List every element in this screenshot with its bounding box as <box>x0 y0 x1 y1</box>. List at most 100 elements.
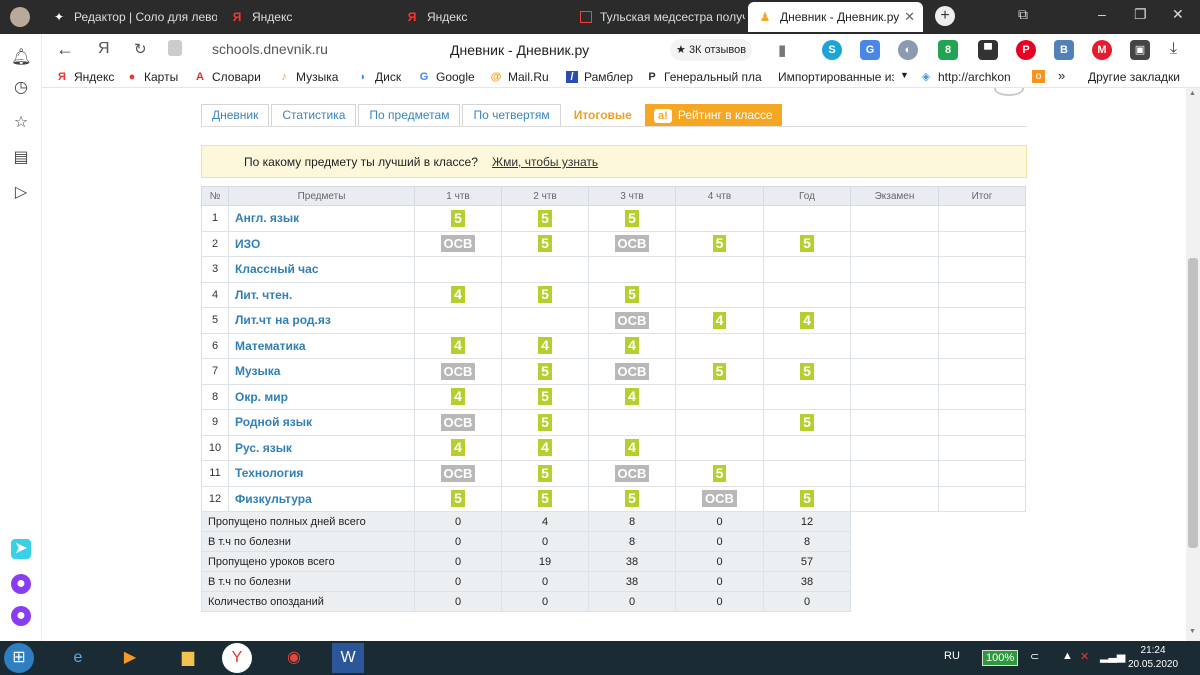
network-error-icon[interactable]: ✕ <box>1080 650 1089 663</box>
bookmark-imported[interactable]: Импортированные из <box>778 70 894 84</box>
folder-icon[interactable]: ▆ <box>170 643 206 673</box>
grade-mark[interactable]: 5 <box>538 235 552 253</box>
compass-icon[interactable]: ◐ <box>898 40 918 60</box>
assistant-icon[interactable]: ● <box>11 574 31 594</box>
scrollbar-thumb[interactable] <box>1188 258 1198 548</box>
yandex-icon[interactable]: Я <box>98 40 110 58</box>
grade-mark[interactable]: 5 <box>538 362 552 380</box>
word-icon[interactable]: W <box>332 643 364 673</box>
grade-mark[interactable]: 5 <box>800 235 814 253</box>
mail-icon[interactable]: M <box>1092 40 1112 60</box>
grade-mark[interactable]: 4 <box>800 311 814 329</box>
grade-mark[interactable]: 5 <box>538 490 552 508</box>
grade-mark[interactable]: 5 <box>800 490 814 508</box>
translate-icon[interactable]: G <box>860 40 880 60</box>
bookmark-maps[interactable]: ● Карты <box>126 70 179 84</box>
vk-icon[interactable]: В <box>1054 40 1074 60</box>
subject-link[interactable]: Классный час <box>228 256 415 283</box>
extension-icon[interactable]: 8 <box>938 40 958 60</box>
send-icon[interactable]: ➤ <box>11 539 31 559</box>
reviews-badge[interactable]: ★ 3К отзывов <box>670 39 753 61</box>
ghostery-icon[interactable]: ▀ <box>978 40 998 60</box>
other-bookmarks[interactable]: Другие закладки <box>1088 70 1180 84</box>
bookmark-mailru[interactable]: @ Mail.Ru <box>490 70 549 84</box>
subject-link[interactable]: Физкультура <box>228 485 415 512</box>
grade-mark[interactable]: ОСВ <box>440 235 476 253</box>
browser-tab-1[interactable]: ✦ Редактор | Соло для лево <box>42 2 217 32</box>
profile-avatar[interactable] <box>10 7 30 27</box>
grade-mark[interactable]: 4 <box>712 311 727 329</box>
grade-mark[interactable]: 5 <box>538 388 552 406</box>
tab-statistics[interactable]: Статистика <box>271 104 357 126</box>
yandex-browser-icon[interactable]: Y <box>222 643 252 673</box>
grade-mark[interactable]: ОСВ <box>614 362 650 380</box>
grade-mark[interactable]: ОСВ <box>440 362 476 380</box>
chevron-down-icon[interactable]: ▼ <box>900 70 909 80</box>
browser-tab-2[interactable]: Я Яндекс <box>220 2 390 32</box>
more-bookmarks-icon[interactable]: » <box>1058 68 1065 83</box>
grade-mark[interactable]: ОСВ <box>614 464 650 482</box>
history-icon[interactable]: ◷ <box>11 78 31 98</box>
grade-mark[interactable]: ОСВ <box>440 464 476 482</box>
grade-mark[interactable]: 5 <box>625 209 639 227</box>
bookmark-rambler[interactable]: / Рамблер <box>566 70 633 84</box>
grade-mark[interactable]: 4 <box>451 337 465 355</box>
grade-mark[interactable]: 5 <box>712 464 727 482</box>
grade-mark[interactable]: 4 <box>538 439 552 457</box>
skype-icon[interactable]: S <box>822 40 842 60</box>
close-tab-icon[interactable]: ✕ <box>904 9 915 25</box>
chat-icon[interactable]: ▣ <box>1130 40 1150 60</box>
ok-icon[interactable]: о <box>1032 70 1045 83</box>
pinterest-icon[interactable]: P <box>1016 40 1036 60</box>
system-clock[interactable]: 21:24 20.05.2020 <box>1128 644 1178 672</box>
grade-mark[interactable]: 5 <box>538 286 552 304</box>
tab-by-subject[interactable]: По предметам <box>358 104 461 126</box>
subject-link[interactable]: Музыка <box>228 358 415 385</box>
banner-link[interactable]: Жми, чтобы узнать <box>492 146 598 178</box>
collections-icon[interactable]: ▤ <box>11 148 31 168</box>
browser-tab-3[interactable]: Я Яндекс <box>395 2 565 32</box>
tab-class-rating[interactable]: a! Рейтинг в классе <box>644 104 782 126</box>
new-tab-button[interactable]: + <box>935 6 955 26</box>
media-icon[interactable]: ▷ <box>11 183 31 203</box>
chrome-icon[interactable]: ◉ <box>276 643 312 673</box>
browser-tab-4[interactable]: Тульская медсестра получ <box>570 2 745 32</box>
subject-link[interactable]: Рус. язык <box>228 434 415 461</box>
grade-mark[interactable]: 4 <box>451 439 465 457</box>
subject-link[interactable]: Окр. мир <box>228 383 415 410</box>
language-indicator[interactable]: RU <box>944 650 960 662</box>
close-window-icon[interactable]: ✕ <box>1172 6 1184 23</box>
bookmark-music[interactable]: ♪ Музыка <box>278 70 338 84</box>
grade-mark[interactable]: 5 <box>538 413 552 431</box>
star-icon[interactable]: ☆ <box>11 113 31 133</box>
start-button-icon[interactable]: ⊞ <box>4 643 34 673</box>
bookmark-archkon[interactable]: ◈ http://archkon <box>920 70 1024 84</box>
grade-mark[interactable]: ОСВ <box>702 490 737 508</box>
grade-mark[interactable]: 5 <box>800 362 814 380</box>
subject-link[interactable]: ИЗО <box>228 230 415 257</box>
grade-mark[interactable]: 4 <box>538 337 552 355</box>
bookmark-yandex[interactable]: Я Яндекс <box>56 70 114 84</box>
grade-mark[interactable]: ОСВ <box>614 235 650 253</box>
grade-mark[interactable]: 5 <box>800 413 814 431</box>
browser-tab-active[interactable]: ♟ Дневник - Дневник.ру ✕ <box>748 2 923 32</box>
battery-indicator[interactable]: 100% <box>982 650 1019 666</box>
tab-by-quarter[interactable]: По четвертям <box>462 104 561 126</box>
restore-icon[interactable]: ❐ <box>1134 6 1147 23</box>
grade-mark[interactable]: 4 <box>625 388 639 406</box>
grade-mark[interactable]: 4 <box>625 337 639 355</box>
page-scrollbar[interactable]: ▲ ▼ <box>1186 88 1200 641</box>
grade-mark[interactable]: 5 <box>538 464 552 482</box>
tab-diary[interactable]: Дневник <box>201 104 270 126</box>
scroll-up-icon[interactable]: ▲ <box>1189 90 1196 97</box>
tray-expand-icon[interactable]: ▲ <box>1062 650 1073 662</box>
grade-mark[interactable]: 5 <box>625 490 639 508</box>
media-player-icon[interactable]: ▶ <box>112 643 148 673</box>
grade-mark[interactable]: 4 <box>451 388 465 406</box>
bookmark-icon[interactable]: ▮ <box>778 41 786 59</box>
subject-link[interactable]: Технология <box>228 460 415 487</box>
grade-mark[interactable]: 5 <box>625 286 639 304</box>
tabs-icon[interactable]: ⧉ <box>1018 6 1028 23</box>
minimize-icon[interactable]: – <box>1098 6 1106 22</box>
tab-final[interactable]: Итоговые <box>562 104 643 126</box>
